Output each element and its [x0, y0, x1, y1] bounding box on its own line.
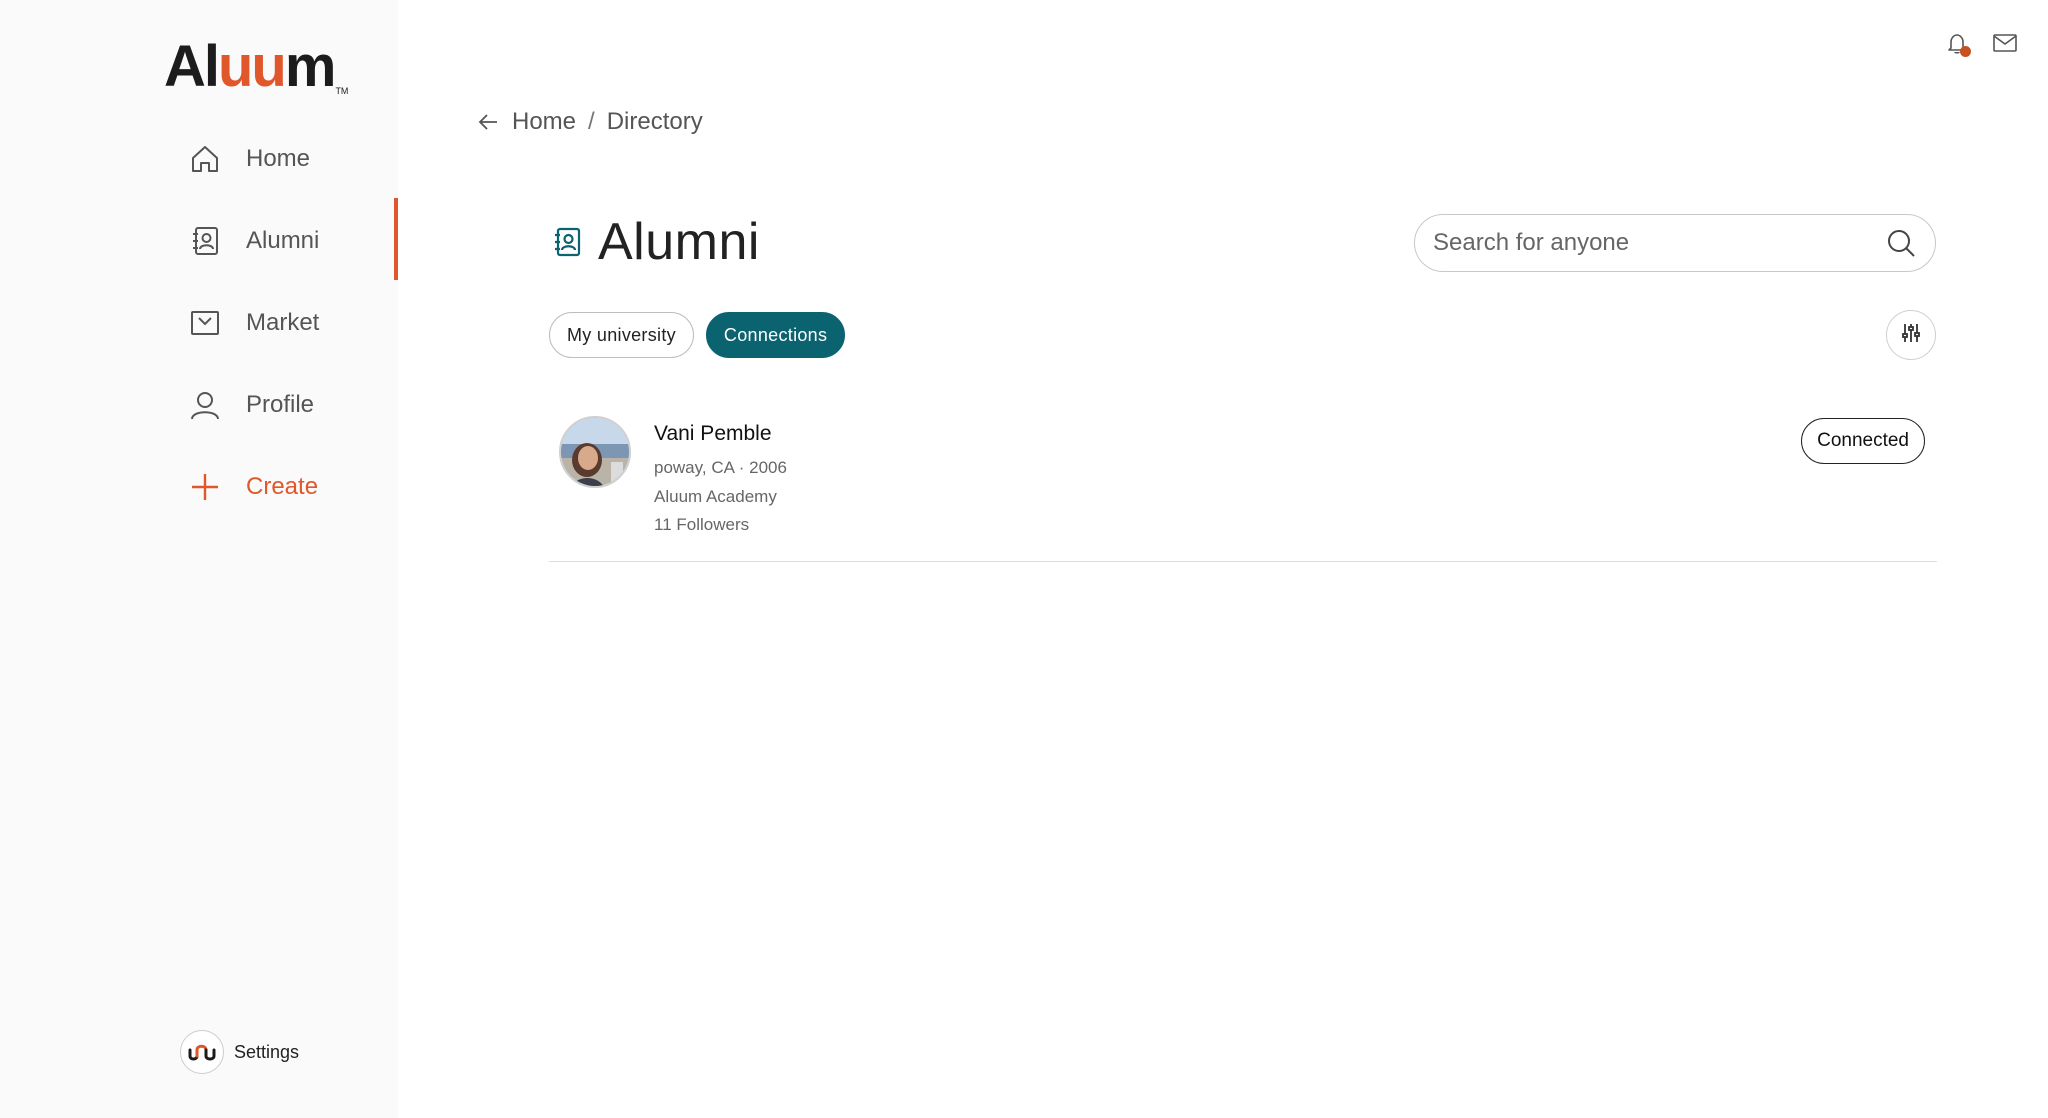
back-arrow-icon[interactable] — [474, 108, 502, 136]
sidebar-item-label: Home — [246, 145, 311, 172]
sidebar-item-label: Create — [246, 473, 319, 500]
aluum-mark-icon — [180, 1030, 224, 1074]
sidebar-item-market[interactable]: Market — [188, 299, 319, 347]
person-followers: 11 Followers — [654, 515, 750, 534]
plus-icon — [188, 470, 222, 504]
market-icon — [188, 306, 222, 340]
person-name[interactable]: Vani Pemble — [654, 422, 787, 446]
sliders-icon — [1900, 322, 1922, 349]
home-icon — [188, 142, 222, 176]
settings-label: Settings — [234, 1041, 300, 1062]
person-location-year: poway, CA · 2006 — [654, 458, 787, 477]
messages-button[interactable] — [1990, 30, 2020, 60]
person-school: Aluum Academy — [654, 486, 777, 506]
breadcrumb-separator: / — [588, 108, 595, 135]
sidebar-item-label: Alumni — [246, 227, 320, 254]
contact-book-icon — [550, 225, 584, 259]
sidebar-item-profile[interactable]: Profile — [188, 381, 314, 429]
aluum-logo[interactable]: AluumTM — [164, 38, 348, 96]
sidebar-item-home[interactable]: Home — [188, 135, 310, 183]
contact-book-icon — [188, 224, 222, 258]
search-icon[interactable] — [1885, 227, 1917, 259]
filter-tabs: My university Connections — [549, 312, 846, 358]
active-nav-indicator — [394, 198, 398, 280]
tab-my-university[interactable]: My university — [549, 312, 694, 358]
breadcrumb-directory[interactable]: Directory — [607, 108, 703, 136]
tab-connections[interactable]: Connections — [705, 312, 846, 358]
sidebar-item-create[interactable]: Create — [188, 463, 318, 511]
page-title: Alumni — [598, 213, 760, 271]
sidebar-item-label: Market — [246, 309, 320, 336]
breadcrumb-home[interactable]: Home — [512, 108, 576, 136]
connected-button[interactable]: Connected — [1801, 418, 1925, 464]
avatar[interactable] — [559, 416, 631, 488]
notifications-button[interactable] — [1942, 30, 1972, 60]
sidebar: AluumTM Home Alumni Market Profile Creat… — [0, 0, 398, 1118]
sidebar-item-alumni[interactable]: Alumni — [188, 217, 319, 265]
search-input[interactable] — [1433, 229, 1885, 257]
settings-button[interactable]: Settings — [180, 1030, 299, 1074]
notification-badge — [1960, 46, 1971, 57]
sidebar-item-label: Profile — [246, 391, 315, 418]
search-bar — [1414, 214, 1936, 272]
person-icon — [188, 388, 222, 422]
page-header: Alumni — [550, 212, 760, 272]
person-info: Vani Pemble poway, CA · 2006 Aluum Acade… — [654, 422, 787, 540]
filter-settings-button[interactable] — [1886, 310, 1936, 360]
mail-icon — [1992, 32, 2018, 59]
list-item: Vani Pemble poway, CA · 2006 Aluum Acade… — [549, 412, 1937, 562]
breadcrumb: Home / Directory — [474, 108, 703, 136]
